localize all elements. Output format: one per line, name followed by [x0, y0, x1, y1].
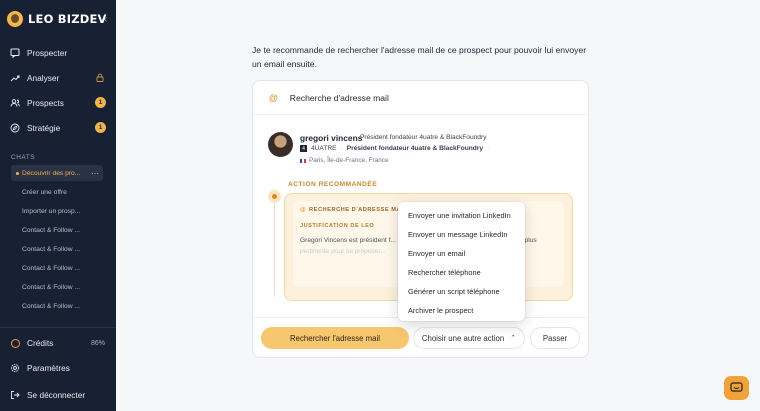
logout-icon [10, 390, 20, 400]
action-bar: Rechercher l'adresse mail Choisir une au… [253, 317, 588, 357]
skip-button[interactable]: Passer [530, 327, 580, 349]
menu-item-search-phone[interactable]: Rechercher téléphone [398, 263, 525, 282]
justification-label: JUSTIFICATION DE LEO [300, 223, 375, 229]
at-sign-icon: @ [300, 207, 307, 213]
chat-item[interactable]: Importer un prosp... [11, 203, 103, 219]
credits-ring-icon [10, 338, 20, 348]
prospect-company: 4 4UATRE · Président fondateur 4uatre & … [300, 145, 493, 152]
chevron-left-icon[interactable]: ‹ [104, 14, 107, 25]
action-title-text: RECHERCHE D'ADRESSE MAIL [309, 207, 408, 213]
chat-item[interactable]: Contact & Follow ... [11, 260, 103, 276]
menu-item-linkedin-invite[interactable]: Envoyer une invitation LinkedIn [398, 206, 525, 225]
timeline-dot-icon [268, 190, 281, 203]
notification-badge: 1 [95, 122, 106, 133]
credits-item[interactable]: Crédits 86% [10, 335, 108, 351]
brand[interactable]: LEO BIZDEV [7, 11, 107, 27]
menu-item-phone-script[interactable]: Générer un script téléphone [398, 282, 525, 301]
nav-label: Prospects [27, 98, 64, 108]
compass-icon [10, 123, 20, 133]
trending-up-icon [10, 73, 20, 83]
chat-label: Contact & Follow ... [22, 264, 80, 272]
notification-badge: 1 [95, 97, 106, 108]
sidebar-divider [0, 327, 116, 328]
france-flag-icon [300, 158, 306, 163]
menu-item-linkedin-message[interactable]: Envoyer un message LinkedIn [398, 225, 525, 244]
prospect-name[interactable]: gregori vincens [300, 133, 362, 143]
chat-item[interactable]: Contact & Follow ... [11, 241, 103, 257]
assistant-message: Je te recommande de rechercher l'adresse… [252, 45, 587, 69]
support-chat-button[interactable] [724, 376, 749, 400]
logout-item[interactable]: Se déconnecter [10, 387, 108, 403]
prospect-location: Paris, Île-de-France, France [300, 157, 389, 164]
chat-item[interactable]: Contact & Follow ... [11, 279, 103, 295]
at-sign-icon: @ [269, 92, 278, 103]
active-dot-icon [16, 171, 19, 175]
search-email-button[interactable]: Rechercher l'adresse mail [261, 327, 409, 349]
choose-other-action-button[interactable]: Choisir une autre action ⌃ [413, 327, 525, 349]
other-action-menu: Envoyer une invitation LinkedIn Envoyer … [398, 202, 525, 321]
card-header: @ Recherche d'adresse mail [253, 81, 588, 115]
company-role: Président fondateur 4uatre & BlackFoundr… [346, 145, 484, 152]
lock-icon [96, 73, 104, 84]
chat-item[interactable]: Contact & Follow ... [11, 222, 103, 238]
chats-section-label: CHATS [11, 154, 36, 161]
card-title: Recherche d'adresse mail [289, 92, 389, 103]
location-text: Paris, Île-de-France, France [309, 157, 389, 164]
settings-item[interactable]: Paramètres [10, 360, 108, 376]
message-square-icon [10, 48, 20, 58]
nav-label: Prospecter [27, 48, 68, 58]
chat-label: Importer un prosp... [22, 207, 81, 215]
chat-label: Découvrir des pro... [22, 169, 81, 177]
chevron-up-icon: ⌃ [510, 335, 517, 342]
chat-label: Contact & Follow ... [22, 245, 80, 253]
timeline-line [274, 189, 275, 297]
logout-label: Se déconnecter [27, 390, 86, 400]
chat-label: Contact & Follow ... [22, 283, 80, 291]
credits-label: Crédits [27, 338, 54, 348]
prospect-role: Président fondateur 4uatre & BlackFoundr… [360, 134, 487, 141]
gear-icon [10, 363, 20, 373]
more-options-icon[interactable]: ⋯ [91, 169, 99, 178]
company-logo-icon: 4 [300, 145, 307, 152]
recommended-action-label: ACTION RECOMMANDÉE [288, 181, 378, 188]
prospect-avatar [268, 132, 293, 157]
company-name: 4UATRE [311, 145, 337, 152]
choose-other-action-label: Choisir une autre action [421, 333, 505, 343]
users-icon [10, 98, 20, 108]
nav-item-prospects[interactable]: Prospects 1 [10, 94, 108, 112]
chat-item[interactable]: Créer une offre [11, 184, 103, 200]
action-title: @ RECHERCHE D'ADRESSE MAIL [300, 207, 407, 213]
nav-label: Analyser [27, 73, 60, 83]
chat-label: Contact & Follow ... [22, 302, 80, 310]
nav-item-analyser[interactable]: Analyser [10, 69, 108, 87]
chat-item[interactable]: Contact & Follow ... [11, 298, 103, 314]
chat-item-active[interactable]: Découvrir des pro... ⋯ [11, 165, 103, 181]
chat-bubble-icon [730, 382, 743, 392]
menu-item-archive[interactable]: Archiver le prospect [398, 301, 525, 320]
nav-item-strategie[interactable]: Stratégie 1 [10, 119, 108, 137]
chat-label: Contact & Follow ... [22, 226, 80, 234]
separator-dot: · [487, 145, 490, 152]
leo-avatar-logo [7, 11, 23, 27]
menu-item-send-email[interactable]: Envoyer un email [398, 244, 525, 263]
brand-name: LEO BIZDEV [28, 12, 107, 26]
nav-item-prospecter[interactable]: Prospecter [10, 44, 108, 62]
sidebar: LEO BIZDEV ‹ Prospecter Analyser Prospec… [0, 0, 116, 411]
credits-value: 86% [90, 339, 105, 347]
nav-label: Stratégie [27, 123, 61, 133]
settings-label: Paramètres [27, 363, 70, 373]
chat-label: Créer une offre [22, 188, 67, 196]
separator-dot: · [340, 145, 343, 152]
